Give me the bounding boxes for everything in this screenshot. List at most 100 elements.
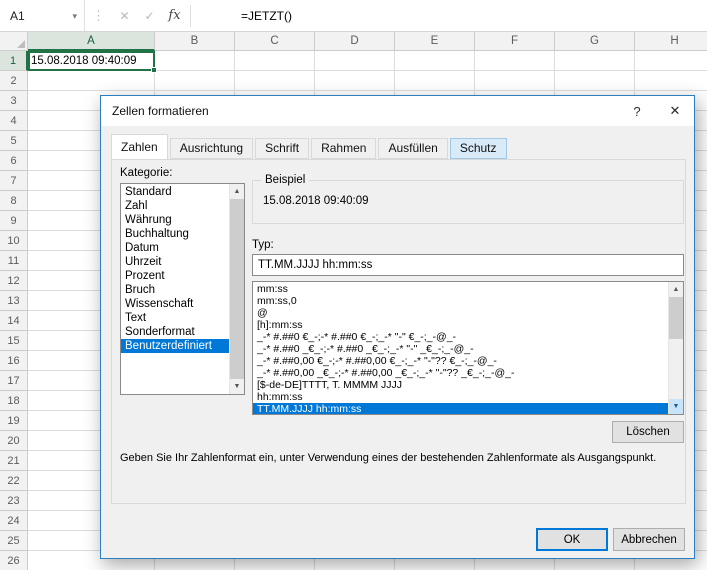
column-header-A[interactable]: A bbox=[28, 32, 155, 51]
category-item-waehrung[interactable]: Währung bbox=[121, 213, 229, 227]
tab-fill[interactable]: Ausfüllen bbox=[378, 138, 447, 159]
row-header-9[interactable]: 9 bbox=[0, 211, 28, 231]
format-item-1[interactable]: mm:ss,0 bbox=[253, 295, 668, 307]
category-scroll-down-icon[interactable]: ▼ bbox=[230, 379, 244, 394]
row-header-3[interactable]: 3 bbox=[0, 91, 28, 111]
category-item-standard[interactable]: Standard bbox=[121, 185, 229, 199]
cell-A2[interactable] bbox=[28, 71, 155, 91]
column-header-C[interactable]: C bbox=[235, 32, 315, 51]
row-header-14[interactable]: 14 bbox=[0, 311, 28, 331]
format-item-5[interactable]: _-* #.##0 _€_-;-* #.##0 _€_-;_-* "-" _€_… bbox=[253, 343, 668, 355]
delete-button[interactable]: Löschen bbox=[612, 421, 684, 443]
format-item-8[interactable]: [$-de-DE]TTTT, T. MMMM JJJJ bbox=[253, 379, 668, 391]
format-scrollbar-track[interactable] bbox=[669, 297, 683, 399]
row-header-11[interactable]: 11 bbox=[0, 251, 28, 271]
tab-protection[interactable]: Schutz bbox=[450, 138, 507, 159]
name-box[interactable]: A1 ▾ bbox=[0, 0, 85, 31]
row-header-4[interactable]: 4 bbox=[0, 111, 28, 131]
category-item-bruch[interactable]: Bruch bbox=[121, 283, 229, 297]
category-scroll-up-icon[interactable]: ▲ bbox=[230, 184, 244, 199]
cell-B2[interactable] bbox=[155, 71, 235, 91]
format-item-9[interactable]: hh:mm:ss bbox=[253, 391, 668, 403]
cell-A1[interactable]: 15.08.2018 09:40:09 bbox=[28, 51, 155, 71]
column-header-E[interactable]: E bbox=[395, 32, 475, 51]
cell-F1[interactable] bbox=[475, 51, 555, 71]
row-header-26[interactable]: 26 bbox=[0, 551, 28, 570]
cell-D2[interactable] bbox=[315, 71, 395, 91]
format-item-7[interactable]: _-* #.##0,00 _€_-;-* #.##0,00 _€_-;_-* "… bbox=[253, 367, 668, 379]
row-header-1[interactable]: 1 bbox=[0, 51, 28, 71]
row-header-16[interactable]: 16 bbox=[0, 351, 28, 371]
type-input[interactable]: TT.MM.JJJJ hh:mm:ss bbox=[252, 254, 684, 276]
insert-function-icon[interactable]: fx bbox=[162, 8, 187, 23]
ok-button[interactable]: OK bbox=[536, 528, 608, 551]
row-header-15[interactable]: 15 bbox=[0, 331, 28, 351]
column-header-F[interactable]: F bbox=[475, 32, 555, 51]
row-header-7[interactable]: 7 bbox=[0, 171, 28, 191]
format-item-3[interactable]: [h]:mm:ss bbox=[253, 319, 668, 331]
formula-input[interactable]: =JETZT() bbox=[191, 9, 292, 23]
cell-F2[interactable] bbox=[475, 71, 555, 91]
format-item-0[interactable]: mm:ss bbox=[253, 283, 668, 295]
category-item-uhrzeit[interactable]: Uhrzeit bbox=[121, 255, 229, 269]
row-header-17[interactable]: 17 bbox=[0, 371, 28, 391]
category-item-buchhaltung[interactable]: Buchhaltung bbox=[121, 227, 229, 241]
row-header-23[interactable]: 23 bbox=[0, 491, 28, 511]
format-item-4[interactable]: _-* #.##0 €_-;-* #.##0 €_-;_-* "-" €_-;_… bbox=[253, 331, 668, 343]
tab-numbers[interactable]: Zahlen bbox=[111, 134, 168, 159]
cell-H1[interactable] bbox=[635, 51, 707, 71]
name-box-dropdown-icon[interactable]: ▾ bbox=[72, 11, 77, 22]
cell-H2[interactable] bbox=[635, 71, 707, 91]
category-item-sonderformat[interactable]: Sonderformat bbox=[121, 325, 229, 339]
cancel-button[interactable]: Abbrechen bbox=[613, 528, 685, 551]
format-scroll-down-icon[interactable]: ▼ bbox=[669, 399, 683, 414]
row-header-13[interactable]: 13 bbox=[0, 291, 28, 311]
format-scroll-up-icon[interactable]: ▲ bbox=[669, 282, 683, 297]
row-header-24[interactable]: 24 bbox=[0, 511, 28, 531]
dialog-titlebar[interactable]: Zellen formatieren ? ✕ bbox=[101, 96, 694, 126]
row-header-18[interactable]: 18 bbox=[0, 391, 28, 411]
category-item-prozent[interactable]: Prozent bbox=[121, 269, 229, 283]
category-item-wissenschaft[interactable]: Wissenschaft bbox=[121, 297, 229, 311]
category-item-datum[interactable]: Datum bbox=[121, 241, 229, 255]
category-item-benutzerdefiniert[interactable]: Benutzerdefiniert bbox=[121, 339, 229, 353]
row-header-2[interactable]: 2 bbox=[0, 71, 28, 91]
dialog-close-button[interactable]: ✕ bbox=[656, 96, 694, 126]
category-scrollbar-track[interactable] bbox=[230, 199, 244, 379]
cell-B1[interactable] bbox=[155, 51, 235, 71]
cell-G1[interactable] bbox=[555, 51, 635, 71]
tab-alignment[interactable]: Ausrichtung bbox=[170, 138, 253, 159]
dialog-help-button[interactable]: ? bbox=[618, 96, 656, 126]
column-header-H[interactable]: H bbox=[635, 32, 707, 51]
select-all-corner[interactable] bbox=[0, 32, 28, 51]
row-header-25[interactable]: 25 bbox=[0, 531, 28, 551]
column-header-B[interactable]: B bbox=[155, 32, 235, 51]
cell-E1[interactable] bbox=[395, 51, 475, 71]
column-header-D[interactable]: D bbox=[315, 32, 395, 51]
category-item-text[interactable]: Text bbox=[121, 311, 229, 325]
tab-font[interactable]: Schrift bbox=[255, 138, 309, 159]
format-item-6[interactable]: _-* #.##0,00 €_-;-* #.##0,00 €_-;_-* "-"… bbox=[253, 355, 668, 367]
row-header-21[interactable]: 21 bbox=[0, 451, 28, 471]
cancel-entry-icon[interactable]: ✕ bbox=[112, 9, 137, 23]
column-header-G[interactable]: G bbox=[555, 32, 635, 51]
category-item-zahl[interactable]: Zahl bbox=[121, 199, 229, 213]
row-header-6[interactable]: 6 bbox=[0, 151, 28, 171]
row-header-22[interactable]: 22 bbox=[0, 471, 28, 491]
cell-C1[interactable] bbox=[235, 51, 315, 71]
confirm-entry-icon[interactable]: ✓ bbox=[137, 9, 162, 23]
cell-G2[interactable] bbox=[555, 71, 635, 91]
tab-border[interactable]: Rahmen bbox=[311, 138, 376, 159]
cell-D1[interactable] bbox=[315, 51, 395, 71]
format-scrollbar-thumb[interactable] bbox=[669, 297, 683, 339]
format-item-2[interactable]: @ bbox=[253, 307, 668, 319]
row-header-10[interactable]: 10 bbox=[0, 231, 28, 251]
cell-C2[interactable] bbox=[235, 71, 315, 91]
row-header-19[interactable]: 19 bbox=[0, 411, 28, 431]
row-header-8[interactable]: 8 bbox=[0, 191, 28, 211]
row-header-12[interactable]: 12 bbox=[0, 271, 28, 291]
format-item-10[interactable]: TT.MM.JJJJ hh:mm:ss bbox=[253, 403, 668, 414]
row-header-5[interactable]: 5 bbox=[0, 131, 28, 151]
row-header-20[interactable]: 20 bbox=[0, 431, 28, 451]
cell-E2[interactable] bbox=[395, 71, 475, 91]
